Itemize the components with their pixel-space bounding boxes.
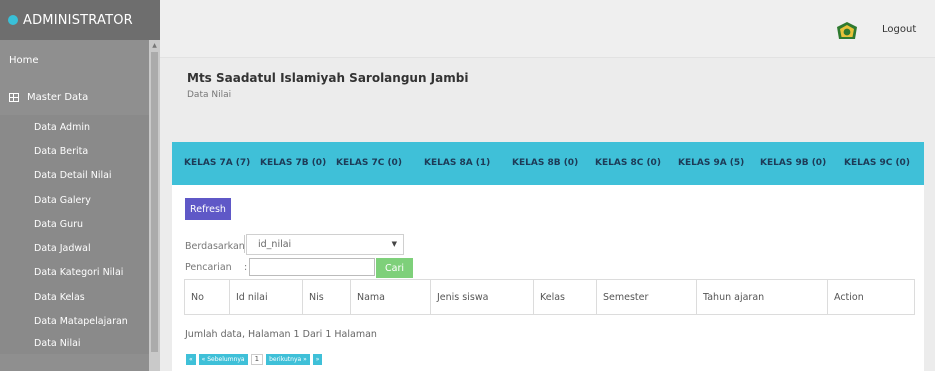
sidebar-item-data-admin[interactable]: Data Admin <box>0 115 160 139</box>
next-page-button[interactable]: berikutnya » <box>266 353 310 365</box>
page-number-button[interactable]: 1 <box>250 353 264 365</box>
sidebar-item-data-galery[interactable]: Data Galery <box>0 188 160 212</box>
table-icon <box>9 93 19 102</box>
page-title: Mts Saadatul Islamiyah Sarolangun Jambi <box>187 71 469 85</box>
search-colon: : <box>244 262 248 273</box>
tab-kelas-7c[interactable]: KELAS 7C (0) <box>336 158 402 168</box>
sidebar-item-data-berita[interactable]: Data Berita <box>0 139 160 163</box>
tab-kelas-9c[interactable]: KELAS 9C (0) <box>844 158 910 168</box>
table-summary: Jumlah data, Halaman 1 Dari 1 Halaman <box>185 329 377 340</box>
tab-kelas-8b[interactable]: KELAS 8B (0) <box>512 158 578 168</box>
logout-link[interactable]: Logout <box>882 24 916 35</box>
sidebar-item-data-jadwal[interactable]: Data Jadwal <box>0 236 160 260</box>
column-header-kelas: Kelas <box>534 280 597 314</box>
refresh-button[interactable]: Refresh <box>185 198 231 220</box>
page-subtitle: Data Nilai <box>187 90 232 100</box>
top-bar: Logout <box>160 0 935 58</box>
search-label: Pencarian <box>185 262 232 273</box>
pagination: « « Sebelumnya 1 berikutnya » » <box>186 353 325 365</box>
scroll-up-arrow-icon[interactable]: ▲ <box>149 42 160 50</box>
last-page-button[interactable]: » <box>312 353 323 365</box>
filter-separator <box>244 235 245 253</box>
tab-kelas-8a[interactable]: KELAS 8A (1) <box>424 158 490 168</box>
sidebar-item-home[interactable]: Home <box>0 40 160 80</box>
sidebar-submenu: Data Admin Data Berita Data Detail Nilai… <box>0 115 160 354</box>
search-input[interactable] <box>249 258 375 276</box>
data-panel: KELAS 7A (7) KELAS 7B (0) KELAS 7C (0) K… <box>172 142 924 371</box>
previous-page-button[interactable]: « Sebelumnya <box>198 353 248 365</box>
filter-select-value: id_nilai <box>258 239 292 250</box>
sidebar-item-label: Master Data <box>27 92 89 103</box>
brand-icon <box>8 15 18 25</box>
column-header-nis: Nis <box>303 280 351 314</box>
sidebar-item-data-guru[interactable]: Data Guru <box>0 212 160 236</box>
first-page-button[interactable]: « <box>186 353 196 365</box>
tab-kelas-7a[interactable]: KELAS 7A (7) <box>184 158 250 168</box>
class-tabs: KELAS 7A (7) KELAS 7B (0) KELAS 7C (0) K… <box>172 142 924 185</box>
sidebar-item-data-detail-nilai[interactable]: Data Detail Nilai <box>0 164 160 188</box>
tab-kelas-7b[interactable]: KELAS 7B (0) <box>260 158 326 168</box>
column-header-no: No <box>185 280 230 314</box>
sidebar-item-label: Home <box>9 54 39 66</box>
tab-kelas-9b[interactable]: KELAS 9B (0) <box>760 158 826 168</box>
column-header-semester: Semester <box>597 280 697 314</box>
chevron-down-icon: ▼ <box>391 240 397 248</box>
scroll-thumb[interactable] <box>151 52 158 352</box>
brand-label: ADMINISTRATOR <box>23 12 133 28</box>
sidebar-scrollbar[interactable]: ▲ <box>149 40 160 371</box>
sidebar-item-data-kategori-nilai[interactable]: Data Kategori Nilai <box>0 261 160 285</box>
school-logo-icon <box>837 22 857 39</box>
search-button[interactable]: Cari <box>376 258 413 278</box>
sidebar-item-data-kelas[interactable]: Data Kelas <box>0 285 160 309</box>
column-header-action: Action <box>834 291 864 303</box>
column-header-id-nilai: Id nilai <box>230 280 303 314</box>
data-table: No Id nilai Nis Nama Jenis siswa Kelas S… <box>184 279 915 315</box>
brand: ADMINISTRATOR <box>0 0 160 40</box>
sidebar-item-data-matapelajaran[interactable]: Data Matapelajaran <box>0 309 160 333</box>
main-content: Mts Saadatul Islamiyah Sarolangun Jambi … <box>160 58 935 371</box>
column-header-nama: Nama <box>351 280 431 314</box>
sidebar: ADMINISTRATOR Home Master Data Data Admi… <box>0 0 160 371</box>
sidebar-item-master-data[interactable]: Master Data <box>0 80 160 115</box>
column-header-jenis-siswa: Jenis siswa <box>431 280 534 314</box>
column-header-tahun-ajaran: Tahun ajaran <box>697 280 828 314</box>
tab-kelas-8c[interactable]: KELAS 8C (0) <box>595 158 661 168</box>
filter-label: Berdasarkan <box>185 241 245 252</box>
sidebar-item-data-nilai[interactable]: Data Nilai <box>0 334 160 354</box>
tab-kelas-9a[interactable]: KELAS 9A (5) <box>678 158 744 168</box>
filter-select[interactable]: id_nilai ▼ <box>246 234 404 255</box>
